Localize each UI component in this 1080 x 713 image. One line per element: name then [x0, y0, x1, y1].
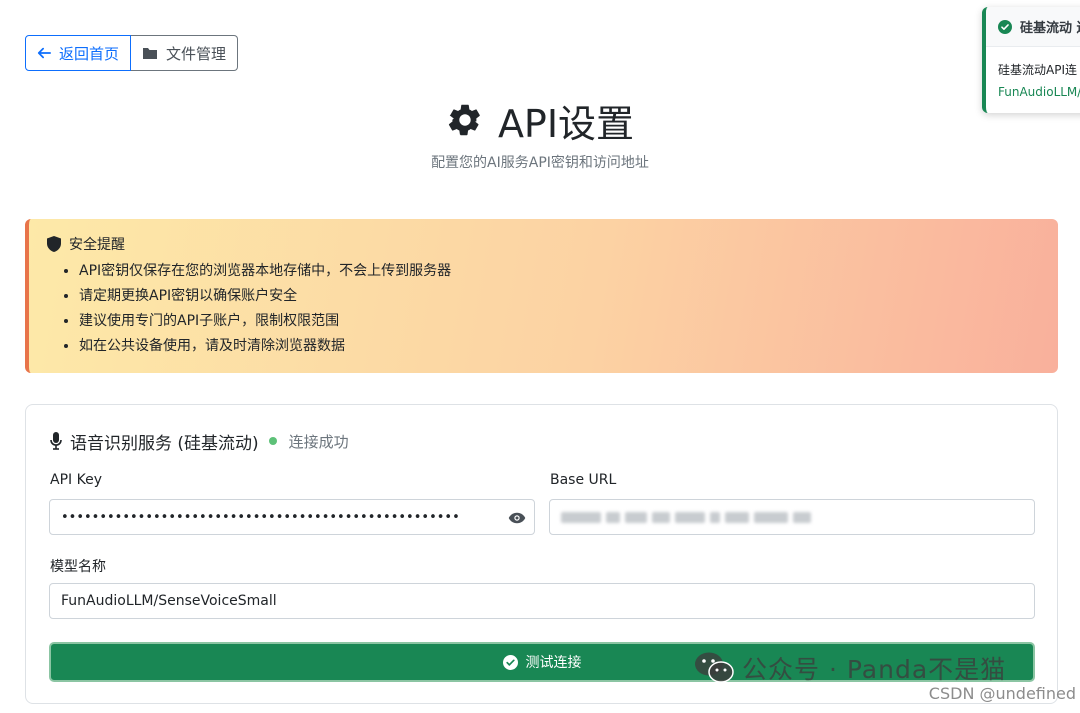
success-toast: 硅基流动 连 硅基流动API连 FunAudioLLM/: [982, 7, 1080, 113]
status-dot: [268, 437, 277, 445]
alert-title-row: 安全提醒: [47, 233, 1040, 255]
api-key-field[interactable]: ••••••••••••••••••••••••••••••••••••••••…: [49, 499, 535, 535]
toast-title: 硅基流动 连: [1020, 21, 1080, 36]
check-circle-icon: [998, 19, 1012, 34]
check-circle-icon: [502, 654, 518, 670]
test-connection-label: 测试连接: [525, 655, 582, 671]
model-name-field[interactable]: FunAudioLLM/SenseVoiceSmall: [49, 583, 1035, 619]
security-alert: 安全提醒 API密钥仅保存在您的浏览器本地存储中，不会上传到服务器 请定期更换A…: [25, 219, 1058, 373]
api-key-label: API Key: [50, 472, 102, 488]
csdn-watermark: CSDN @undefined: [928, 684, 1076, 703]
page-subtitle: 配置您的AI服务API密钥和访问地址: [431, 155, 649, 171]
title-row: API设置: [0, 92, 1080, 148]
page-title: API设置: [497, 101, 635, 146]
back-home-label: 返回首页: [59, 44, 120, 63]
service-title: 语音识别服务 (硅基流动): [70, 433, 259, 454]
alert-list: API密钥仅保存在您的浏览器本地存储中，不会上传到服务器 请定期更换API密钥以…: [47, 259, 1040, 359]
redacted-url: [561, 511, 811, 523]
toast-header: 硅基流动 连: [986, 7, 1080, 47]
shield-icon: [47, 236, 61, 252]
model-label: 模型名称: [50, 559, 106, 575]
model-name-value: FunAudioLLM/SenseVoiceSmall: [61, 593, 277, 609]
arrow-left-icon: [37, 47, 51, 59]
toast-line: 硅基流动API连: [998, 63, 1077, 77]
wechat-watermark: 公众号 · Panda不是猫: [694, 650, 1006, 686]
microphone-icon: [50, 432, 62, 450]
base-url-field[interactable]: [549, 499, 1035, 535]
alert-title: 安全提醒: [69, 237, 125, 253]
back-home-button[interactable]: 返回首页: [25, 35, 132, 71]
wechat-icon: [695, 652, 734, 683]
nav-button-group: 返回首页 文件管理: [25, 35, 239, 71]
watermark-text: 公众号 · Panda不是猫: [742, 655, 1007, 684]
folder-icon: [143, 48, 158, 59]
api-key-value: ••••••••••••••••••••••••••••••••••••••••…: [61, 509, 460, 525]
connection-status: 连接成功: [288, 432, 349, 451]
list-item: API密钥仅保存在您的浏览器本地存储中，不会上传到服务器: [79, 259, 1040, 284]
file-manager-label: 文件管理: [166, 44, 227, 63]
toast-body: 硅基流动API连 FunAudioLLM/: [986, 47, 1080, 103]
toast-line: FunAudioLLM/: [998, 85, 1080, 99]
list-item: 如在公共设备使用，请及时清除浏览器数据: [79, 334, 1040, 359]
card-title-row: 语音识别服务 (硅基流动) 连接成功: [50, 429, 349, 454]
base-url-label: Base URL: [550, 472, 617, 488]
page-header: API设置 配置您的AI服务API密钥和访问地址: [0, 92, 1080, 172]
list-item: 请定期更换API密钥以确保账户安全: [79, 284, 1040, 309]
eye-icon[interactable]: [508, 509, 526, 527]
file-manager-button[interactable]: 文件管理: [131, 35, 239, 71]
gear-icon: [448, 104, 480, 136]
list-item: 建议使用专门的API子账户，限制权限范围: [79, 309, 1040, 334]
